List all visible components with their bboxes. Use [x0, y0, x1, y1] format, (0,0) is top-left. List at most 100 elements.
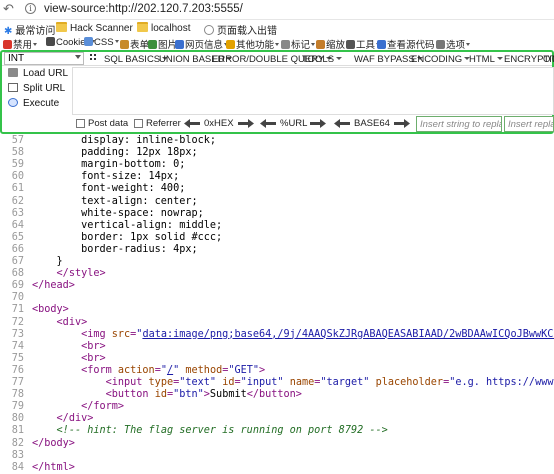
- execute-button[interactable]: Execute: [8, 98, 59, 109]
- menu-item-10[interactable]: 查看源代码: [377, 37, 440, 51]
- back-arrow-icon[interactable]: ↶: [3, 2, 17, 16]
- bookmark-localhost[interactable]: localhost: [137, 22, 190, 34]
- source-line: 68 </style>: [0, 267, 554, 280]
- source-line: 59 margin-bottom: 0;: [0, 158, 554, 171]
- hackbar-menu-3[interactable]: TOOLS: [302, 54, 343, 65]
- hackbar-menu-8[interactable]: OT: [543, 54, 554, 65]
- menu-item-2[interactable]: CSS: [84, 37, 119, 48]
- info-icon[interactable]: i: [25, 3, 36, 14]
- bookmark-most-visited[interactable]: ✱ 最常访问: [4, 22, 55, 37]
- dropdown-arrow-icon: [33, 43, 38, 46]
- decode-base64-arrow-icon[interactable]: [334, 119, 350, 128]
- source-token: >: [259, 364, 266, 376]
- int-select[interactable]: INT: [4, 52, 84, 65]
- address-bar[interactable]: ↶ i view-source:http://202.120.7.203:555…: [0, 0, 554, 20]
- source-token: [32, 353, 81, 364]
- source-token: display: inline-block;: [32, 135, 217, 146]
- source-line: 67 }: [0, 255, 554, 268]
- menu-item-8[interactable]: 缩放: [316, 37, 351, 51]
- source-token: <form: [81, 364, 118, 376]
- hackbar-menu-5[interactable]: ENCODING: [411, 54, 471, 65]
- menu-item-icon: [84, 37, 93, 46]
- line-number: 64: [11, 219, 24, 231]
- encode-url-arrow-icon[interactable]: [310, 119, 326, 128]
- source-token: vertical-align: middle;: [32, 219, 223, 231]
- dropdown-arrow-icon: [466, 43, 471, 46]
- source-line: 75 <br>: [0, 352, 554, 365]
- line-number: 58: [11, 147, 24, 159]
- encode-base64-arrow-icon[interactable]: [394, 119, 410, 128]
- source-line: 83: [0, 449, 554, 462]
- source-token: </form>: [81, 401, 125, 413]
- encode-hex-arrow-icon[interactable]: [238, 119, 254, 128]
- menu-item-icon: [120, 40, 129, 49]
- url-text[interactable]: view-source:http://202.120.7.203:5555/: [44, 3, 243, 15]
- source-line: 63 white-space: nowrap;: [0, 207, 554, 220]
- hackbar-options: Post data Referrer 0xHEX %URL BASE64 Ins…: [72, 116, 554, 133]
- source-token: </style>: [56, 268, 106, 280]
- base64-label: BASE64: [354, 118, 390, 129]
- referrer-checkbox[interactable]: [134, 119, 143, 128]
- web-developer-toolbar: 禁用 Cookies CSS 表单 图片 网页信息 其他功能 标记 缩放 工具 查看源代码 选项: [0, 37, 554, 51]
- source-token: }: [32, 256, 63, 267]
- hex-label: 0xHEX: [204, 118, 234, 129]
- line-number: 78: [11, 389, 24, 401]
- dropdown-arrow-icon: [336, 57, 343, 60]
- decode-hex-arrow-icon[interactable]: [184, 119, 200, 128]
- menu-item-icon: [281, 40, 290, 49]
- url-label: %URL: [280, 118, 308, 129]
- load-url-icon: [8, 68, 18, 77]
- menu-item-6[interactable]: 其他功能: [226, 37, 280, 51]
- bookmarks-bar: ✱ 最常访问 Hack Scanner localhost 页面载入出错: [0, 20, 554, 37]
- post-data-checkbox[interactable]: [76, 119, 85, 128]
- line-number: 84: [11, 461, 24, 473]
- menu-item-icon: [436, 40, 445, 49]
- menu-item-5[interactable]: 网页信息: [175, 37, 229, 51]
- line-number: 63: [11, 207, 24, 219]
- source-line: 73 <img src="data:image/png;base64,/9j/4…: [0, 328, 554, 341]
- source-comment: <!-- hint: The flag server is running on…: [56, 425, 388, 437]
- dropdown-arrow-icon: [114, 40, 119, 43]
- bookmark-hack-scanner[interactable]: Hack Scanner: [56, 22, 133, 34]
- source-link[interactable]: data:image/png;base64,/9j/4AAQSkZJRgABAQ…: [142, 329, 554, 340]
- split-url-button[interactable]: Split URL: [8, 83, 65, 94]
- line-number: 61: [11, 183, 24, 195]
- source-token: src: [111, 328, 131, 340]
- line-number: 65: [11, 231, 24, 243]
- source-token: font-size: 14px;: [32, 171, 180, 183]
- source-token: [32, 329, 81, 340]
- source-token: "e.g. https://www.chinaisg.org/isg/index…: [449, 377, 554, 388]
- bookmark-page-error[interactable]: 页面载入出错: [204, 22, 277, 37]
- source-line: 72 <div>: [0, 316, 554, 329]
- menu-item-7[interactable]: 标记: [281, 37, 316, 51]
- source-line: 74 <br>: [0, 340, 554, 353]
- load-url-button[interactable]: Load URL: [8, 68, 68, 79]
- line-number: 75: [11, 352, 24, 364]
- line-number: 76: [11, 364, 24, 376]
- replacing-string-input[interactable]: Insert replacing string: [504, 116, 554, 132]
- line-number: 81: [11, 425, 24, 437]
- source-token: text-align: center;: [32, 195, 198, 207]
- source-token: </html>: [32, 461, 75, 473]
- line-number: 74: [11, 340, 24, 352]
- hackbar-menu-6[interactable]: HTML: [469, 54, 503, 65]
- dropdown-arrow-icon: [311, 43, 316, 46]
- url-textarea[interactable]: [72, 67, 554, 115]
- source-line: 65 border: 1px solid #ccc;: [0, 231, 554, 244]
- folder-icon: [137, 22, 148, 32]
- source-line: 82 </body>: [0, 437, 554, 450]
- source-token: <body>: [32, 304, 69, 316]
- menu-item-9[interactable]: 工具: [346, 37, 381, 51]
- source-token: "target": [320, 377, 370, 388]
- menu-item-11[interactable]: 选项: [436, 37, 471, 51]
- line-number: 72: [11, 316, 24, 328]
- replace-string-input[interactable]: Insert string to replace: [416, 116, 502, 132]
- line-number: 66: [11, 243, 24, 255]
- source-token: white-space: nowrap;: [32, 207, 204, 219]
- decode-url-arrow-icon[interactable]: [260, 119, 276, 128]
- menu-item-0[interactable]: 禁用: [3, 37, 38, 51]
- source-line: 81 <!-- hint: The flag server is running…: [0, 424, 554, 437]
- source-line: 66 border-radius: 4px;: [0, 243, 554, 256]
- line-number: 69: [11, 280, 24, 292]
- line-number: 70: [11, 292, 24, 304]
